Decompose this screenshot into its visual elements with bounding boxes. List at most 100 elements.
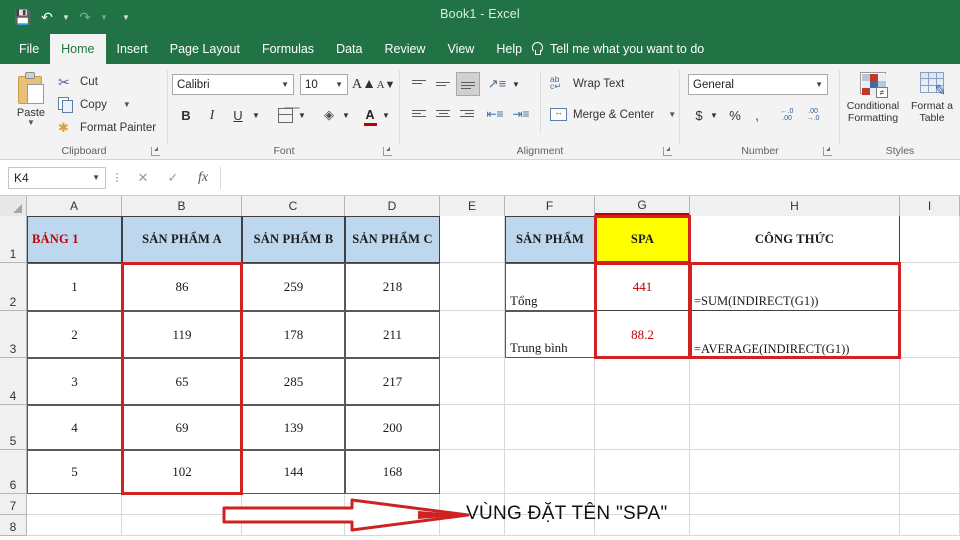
currency-dropdown-icon[interactable]: ▼ (708, 104, 720, 126)
borders-button[interactable] (274, 104, 296, 126)
cell-A5[interactable]: 4 (27, 405, 122, 450)
format-as-table-button[interactable]: ✎ Format a Table (904, 72, 960, 124)
align-middle-button[interactable] (432, 74, 454, 94)
cell-F2[interactable]: Tổng (505, 263, 595, 311)
orientation-dropdown-icon[interactable]: ▼ (510, 74, 522, 94)
tab-home[interactable]: Home (50, 34, 106, 64)
underline-button[interactable]: U (228, 104, 248, 126)
cell-C6[interactable]: 144 (242, 450, 345, 494)
number-format-combo[interactable]: General ▼ (688, 74, 828, 95)
decrease-indent-button[interactable]: ⇤≡ (484, 104, 506, 124)
cell-G2[interactable]: 441 (595, 263, 690, 311)
cell-A2[interactable]: 1 (27, 263, 122, 311)
underline-dropdown-icon[interactable]: ▼ (250, 104, 262, 126)
cell-D2[interactable]: 218 (345, 263, 440, 311)
italic-button[interactable]: I (202, 104, 222, 126)
row-header-1[interactable]: 1 (0, 216, 27, 263)
cut-button[interactable]: ✂ Cut (58, 74, 98, 90)
merge-dropdown-icon[interactable]: ▼ (668, 110, 676, 119)
decrease-decimal-icon[interactable]: .00 →.0 (802, 104, 824, 126)
paste-button[interactable]: Paste ▼ (8, 70, 54, 144)
tell-me-search[interactable]: Tell me what you want to do (530, 34, 704, 64)
cell-D4[interactable]: 217 (345, 358, 440, 405)
cell-C4[interactable]: 285 (242, 358, 345, 405)
tab-data[interactable]: Data (325, 34, 373, 64)
row-header-2[interactable]: 2 (0, 263, 27, 311)
align-right-button[interactable] (456, 104, 478, 124)
name-box[interactable]: K4 ▼ (8, 166, 106, 189)
cell-B1[interactable]: SẢN PHẨM A (122, 216, 242, 263)
column-header-I[interactable]: I (900, 196, 960, 216)
row-header-7[interactable]: 7 (0, 494, 27, 515)
column-header-E[interactable]: E (440, 196, 505, 216)
cell-C5[interactable]: 139 (242, 405, 345, 450)
tab-page-layout[interactable]: Page Layout (159, 34, 251, 64)
font-color-dropdown-icon[interactable]: ▼ (380, 104, 392, 126)
alignment-dialog-launcher[interactable] (663, 147, 672, 156)
row-header-3[interactable]: 3 (0, 311, 27, 358)
bold-button[interactable]: B (176, 104, 196, 126)
row-header-6[interactable]: 6 (0, 450, 27, 494)
number-dialog-launcher[interactable] (823, 147, 832, 156)
decrease-font-size-icon[interactable]: A▼ (376, 74, 396, 95)
cell-D6[interactable]: 168 (345, 450, 440, 494)
row-header-4[interactable]: 4 (0, 358, 27, 405)
cell-D3[interactable]: 211 (345, 311, 440, 358)
tab-insert[interactable]: Insert (106, 34, 159, 64)
column-header-G[interactable]: G (595, 196, 690, 216)
format-painter-button[interactable]: ✱ Format Painter (58, 120, 156, 136)
increase-font-size-icon[interactable]: A▲ (352, 74, 376, 95)
paste-dropdown-icon[interactable]: ▼ (27, 119, 35, 127)
select-all-corner[interactable] (0, 196, 27, 216)
font-color-button[interactable]: A (360, 104, 380, 126)
currency-button[interactable]: $ (690, 104, 708, 126)
fill-color-dropdown-icon[interactable]: ▼ (340, 104, 352, 126)
align-bottom-button[interactable] (456, 72, 480, 96)
column-header-D[interactable]: D (345, 196, 440, 216)
cell-A1[interactable]: BẢNG 1 (27, 216, 122, 263)
formula-input[interactable] (220, 166, 960, 189)
comma-style-button[interactable]: , (748, 104, 766, 126)
clipboard-dialog-launcher[interactable] (151, 147, 160, 156)
cell-A3[interactable]: 2 (27, 311, 122, 358)
copy-button[interactable]: Copy ▼ (58, 97, 131, 113)
font-dialog-launcher[interactable] (383, 147, 392, 156)
confirm-entry-button[interactable]: ✓ (158, 167, 188, 189)
tab-formulas[interactable]: Formulas (251, 34, 325, 64)
fill-color-button[interactable]: ◈ (318, 104, 340, 126)
column-header-A[interactable]: A (27, 196, 122, 216)
cell-A6[interactable]: 5 (27, 450, 122, 494)
cell-D5[interactable]: 200 (345, 405, 440, 450)
cell-B2[interactable]: 86 (122, 263, 242, 311)
insert-function-button[interactable]: fx (188, 167, 218, 189)
copy-dropdown-icon[interactable]: ▼ (123, 101, 131, 109)
column-header-C[interactable]: C (242, 196, 345, 216)
align-left-button[interactable] (408, 104, 430, 124)
cell-C1[interactable]: SẢN PHẨM B (242, 216, 345, 263)
align-center-button[interactable] (432, 104, 454, 124)
column-header-F[interactable]: F (505, 196, 595, 216)
tab-file[interactable]: File (8, 34, 50, 64)
cell-H3[interactable]: =AVERAGE(INDIRECT(G1)) (690, 311, 900, 358)
column-header-B[interactable]: B (122, 196, 242, 216)
cell-B5[interactable]: 69 (122, 405, 242, 450)
font-size-combo[interactable]: 10 ▼ (300, 74, 348, 95)
tab-review[interactable]: Review (373, 34, 436, 64)
cell-F3[interactable]: Trung bình (505, 311, 595, 358)
tab-view[interactable]: View (436, 34, 485, 64)
cell-G3[interactable]: 88.2 (595, 311, 690, 358)
cell-H2[interactable]: =SUM(INDIRECT(G1)) (690, 263, 900, 311)
cell-C2[interactable]: 259 (242, 263, 345, 311)
cell-C3[interactable]: 178 (242, 311, 345, 358)
column-header-H[interactable]: H (690, 196, 900, 216)
cancel-entry-button[interactable]: ✕ (128, 167, 158, 189)
wrap-text-button[interactable]: ab c↵ Wrap Text (550, 75, 624, 91)
increase-decimal-icon[interactable]: ←.0.00 (776, 104, 798, 126)
font-family-combo[interactable]: Calibri ▼ (172, 74, 294, 95)
cell-F1[interactable]: SẢN PHẨM (505, 216, 595, 263)
cell-G1[interactable]: SPA (595, 216, 690, 263)
orientation-button[interactable]: ↗≡ (486, 74, 508, 94)
cell-D1[interactable]: SẢN PHẨM C (345, 216, 440, 263)
row-header-8[interactable]: 8 (0, 515, 27, 536)
row-header-5[interactable]: 5 (0, 405, 27, 450)
